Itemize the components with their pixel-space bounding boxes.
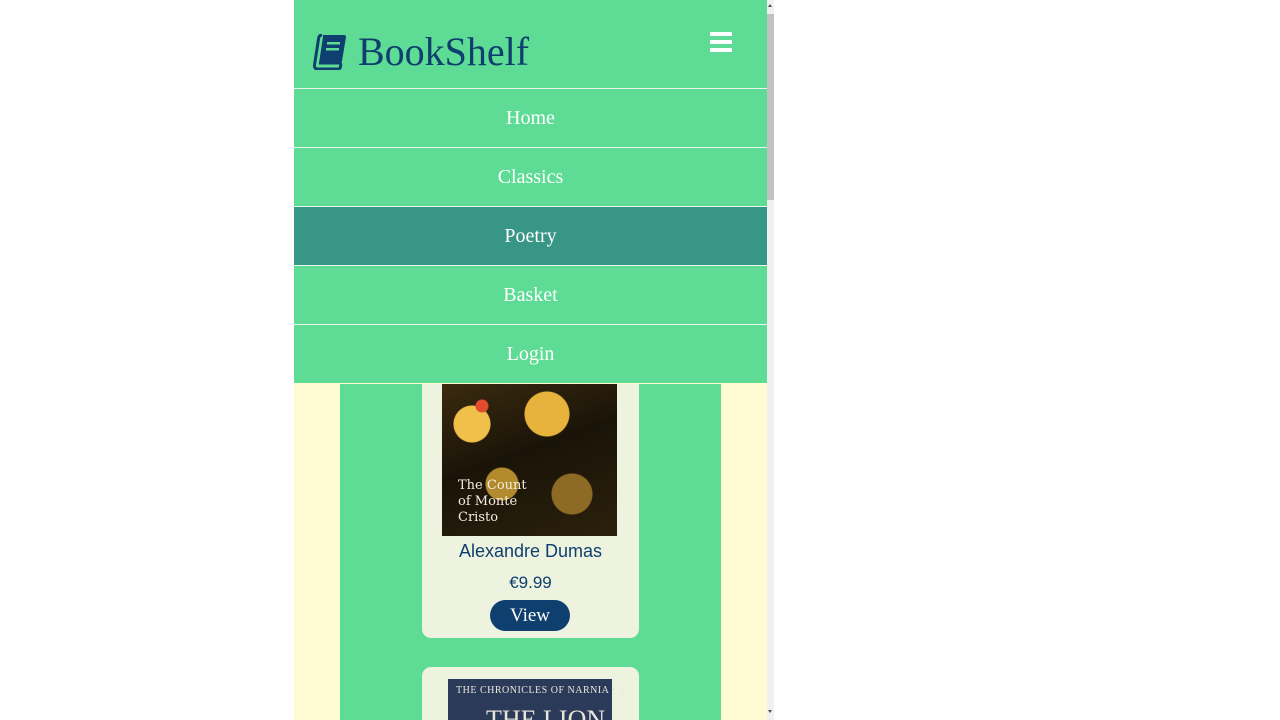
nav-item-basket[interactable]: Basket: [294, 265, 767, 324]
site-logo-text[interactable]: BookShelf: [358, 28, 529, 76]
scrollbar-thumb[interactable]: [767, 14, 774, 200]
nav-item-classics[interactable]: Classics: [294, 147, 767, 206]
book-cover-image[interactable]: The Count of Monte Cristo: [442, 384, 617, 536]
book-cover-title: THE LION: [486, 705, 606, 720]
scroll-down-arrow-icon[interactable]: [768, 710, 772, 713]
nav-item-poetry[interactable]: Poetry: [294, 206, 767, 265]
nav-item-home[interactable]: Home: [294, 88, 767, 147]
nav-menu: Home Classics Poetry Basket Login: [294, 88, 767, 383]
site-header: BookShelf: [294, 0, 767, 88]
book-price: €9.99: [509, 573, 552, 592]
vertical-scrollbar[interactable]: [767, 0, 774, 720]
book-cover-series: THE CHRONICLES OF NARNIA • 2: [456, 685, 625, 696]
nav-item-login[interactable]: Login: [294, 324, 767, 383]
book-card: THE CHRONICLES OF NARNIA • 2 THE LION: [422, 667, 639, 720]
book-icon: [313, 34, 346, 70]
hamburger-menu-icon[interactable]: [706, 30, 734, 56]
book-cover-title: The Count of Monte Cristo: [458, 478, 527, 525]
view-button[interactable]: View: [490, 600, 570, 631]
scroll-up-arrow-icon[interactable]: [768, 4, 772, 7]
book-cover-image[interactable]: THE CHRONICLES OF NARNIA • 2 THE LION: [448, 679, 624, 720]
book-card: The Count of Monte Cristo Alexandre Duma…: [422, 384, 639, 638]
mobile-viewport: BookShelf Home Classics Poetry Basket Lo…: [294, 0, 767, 720]
book-author: Alexandre Dumas: [458, 541, 603, 561]
book-list: The Count of Monte Cristo Alexandre Duma…: [340, 384, 721, 720]
